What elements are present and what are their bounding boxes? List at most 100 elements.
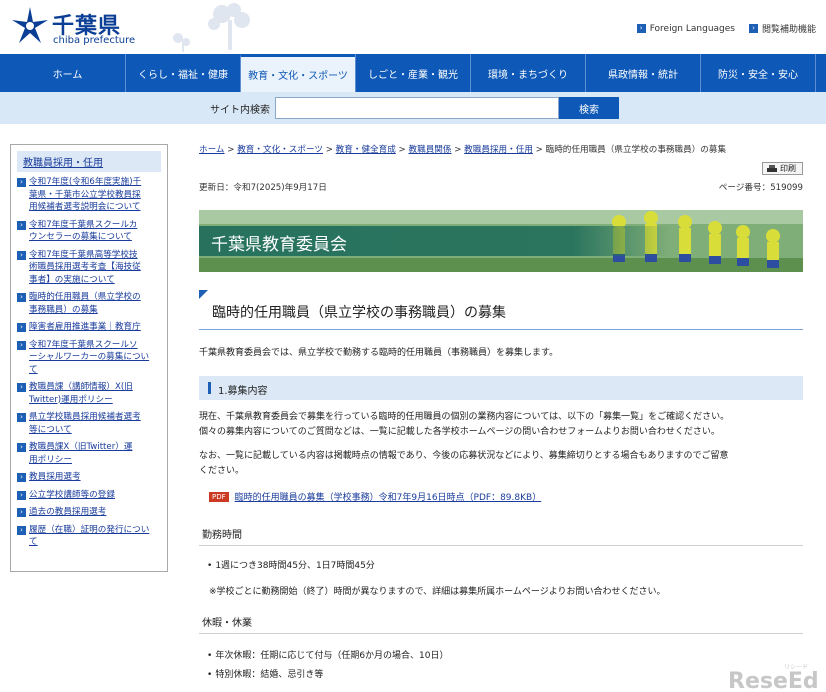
arrow-right-icon: › [17,490,26,500]
header-banner: 千葉県教育委員会 [199,210,803,272]
main-content: ホーム > 教育・文化・スポーツ > 教育・健全育成 > 教職員関係 > 教職員… [199,144,803,692]
sidebar-item-link[interactable]: 令和7年度(令和6年度実施)千 葉県・千葉市公立学校教員採 用候補者選考説明会につい… [29,177,141,212]
breadcrumb-link[interactable]: 教育・文化・スポーツ [237,145,323,155]
work-hours-heading: 勤務時間 [199,526,803,546]
global-nav: ホーム くらし・福祉・健康 教育・文化・スポーツ しごと・産業・観光 環境・まち… [0,54,826,92]
annual-leave-item: 年次休暇：任期に応じて付与（任期6か月の場合、10日） [207,648,448,661]
breadcrumb-current: 臨時的任用職員（県立学校の事務職員）の募集 [545,145,727,155]
section-heading: 1.募集内容 [199,376,803,400]
arrow-right-icon: › [17,525,26,535]
foreign-languages-link[interactable]: › Foreign Languages [636,22,735,35]
site-header: 千葉県 chiba prefecture › Foreign Languages… [0,0,826,54]
chiba-logo-icon [12,7,48,43]
pdf-link[interactable]: 臨時的任用職員の募集（学校事務）令和7年9月16日時点（PDF：89.8KB） [235,490,542,503]
gnav-work[interactable]: しごと・産業・観光 [355,54,470,92]
flower-decoration-icon [173,3,250,52]
sidebar-item[interactable]: › 教職員課X（旧Twitter）運 用ポリシー [17,441,161,466]
resed-watermark: リシード ReseEd [728,664,819,690]
pdf-icon: PDF [209,491,229,502]
breadcrumb-link[interactable]: 教職員関係 [409,145,452,155]
search-bar: サイト内検索 検索 [0,92,826,124]
arrow-right-icon: › [17,250,26,260]
sidebar-item[interactable]: › 教職員課（講師情報）X(旧 Twitter)運用ポリシー [17,381,161,406]
sidebar-item[interactable]: › 令和7年度(令和6年度実施)千 葉県・千葉市公立学校教員採 用候補者選考説明会につ… [17,176,161,214]
sidebar-item[interactable]: › 県立学校職員採用候補者選考 等について [17,411,161,436]
breadcrumb-separator: > [224,145,238,155]
header-links: › Foreign Languages › 閲覧補助機能 [636,22,816,35]
page-title-block: 臨時的任用職員（県立学校の事務職員）の募集 [199,290,803,330]
work-hours-note: ※学校ごとに勤務開始（終了）時間が異なりますので、詳細は募集所属ホームページより… [209,587,666,597]
search-label: サイト内検索 [210,105,270,116]
arrow-right-icon: › [17,323,26,332]
special-leave-item: 特別休暇：結婚、忌引き等 [207,667,323,680]
sidebar-item[interactable]: › 臨時的任用職員（県立学校の 事務職員）の募集 [17,291,161,316]
updated-date: 更新日：令和7(2025)年9月17日 [199,183,327,193]
sidebar-item[interactable]: › 公立学校講師等の登録 [17,489,161,502]
gnav-safety[interactable]: 防災・安全・安心 [700,54,815,92]
sidebar-item-link[interactable]: 教職員課（講師情報）X(旧 Twitter)運用ポリシー [29,382,133,405]
sidebar-item-link[interactable]: 過去の教員採用選考 [29,507,106,517]
printer-icon [767,164,777,172]
breadcrumb-separator: > [532,145,546,155]
arrow-right-icon: › [17,413,26,422]
sidebar-item-link[interactable]: 令和7年度千葉県スクールソ ーシャルワーカーの募集について [29,340,149,375]
gnav-environment[interactable]: 環境・まちづくり [470,54,585,92]
holidays-heading: 休暇・休業 [199,614,803,634]
gnav-tail [815,54,826,92]
sidebar-item-link[interactable]: 履歴（在職）証明の発行について [29,525,149,548]
arrow-right-icon: › [748,24,758,33]
sidebar-item[interactable]: › 令和7年度千葉県スクールカ ウンセラーの募集について [17,219,161,244]
watermark-text: ReseEd [728,669,819,690]
page-number: ページ番号：519099 [718,183,803,193]
title-corner-icon [199,290,208,299]
pdf-row: PDF 臨時的任用職員の募集（学校事務）令和7年9月16日時点（PDF：89.8… [209,490,541,503]
arrow-right-icon: › [17,340,26,350]
sidebar-item[interactable]: › 履歴（在職）証明の発行について [17,524,161,549]
section-title: 1.募集内容 [218,386,268,397]
sidebar-item[interactable]: › 令和7年度千葉県スクールソ ーシャルワーカーの募集について [17,339,161,377]
sidebar-item[interactable]: › 教員採用選考 [17,471,161,484]
intro-text: 千葉県教育委員会では、県立学校で勤務する臨時的任用職員（事務職員）を募集します。 [199,348,559,358]
gnav-home[interactable]: ホーム [10,54,125,92]
sidebar-item-link[interactable]: 障害者雇用推進事業｜教育庁 [29,322,141,332]
arrow-right-icon: › [17,293,26,302]
work-hours-item: 1週につき38時間45分、1日7時間45分 [207,558,375,571]
sidebar-item-link[interactable]: 臨時的任用職員（県立学校の 事務職員）の募集 [29,292,141,315]
print-button[interactable]: 印刷 [762,162,803,175]
arrow-right-icon: › [17,473,26,482]
recruit-paragraph-1: 現在、千葉県教育委員会で募集を行っている臨時的任用職員の個別の業務内容については… [199,412,730,437]
sidebar-item-link[interactable]: 令和7年度千葉県スクールカ ウンセラーの募集について [29,220,137,243]
sidebar: 教職員採用・任用 › 令和7年度(令和6年度実施)千 葉県・千葉市公立学校教員採 用候… [10,144,168,572]
sidebar-title[interactable]: 教職員採用・任用 [17,151,161,172]
breadcrumb-separator: > [395,145,409,155]
sidebar-item[interactable]: › 障害者雇用推進事業｜教育庁 [17,321,161,334]
logo-subtitle: chiba prefecture [53,35,136,46]
search-button[interactable]: 検索 [559,97,619,119]
banner-title: 千葉県教育委員会 [211,235,347,255]
page-title: 臨時的任用職員（県立学校の事務職員）の募集 [212,305,506,321]
arrow-right-icon: › [17,508,26,517]
heading-bar [208,382,211,394]
breadcrumb-link[interactable]: 教職員採用・任用 [464,145,533,155]
arrow-right-icon: › [636,24,646,33]
gnav-living[interactable]: くらし・福祉・健康 [125,54,240,92]
sidebar-item[interactable]: › 令和7年度千葉県高等学校技 術職員採用選考考査【海技従 事者】の実施について [17,249,161,287]
gnav-prefecture[interactable]: 県政情報・統計 [585,54,700,92]
search-input[interactable] [275,97,559,119]
sidebar-item-link[interactable]: 令和7年度千葉県高等学校技 術職員採用選考考査【海技従 事者】の実施について [29,250,141,285]
breadcrumb-link[interactable]: 教育・健全育成 [336,145,396,155]
breadcrumb-separator: > [322,145,336,155]
sidebar-item-link[interactable]: 教職員課X（旧Twitter）運 用ポリシー [29,442,132,465]
breadcrumb-link[interactable]: ホーム [199,145,225,155]
accessibility-link[interactable]: › 閲覧補助機能 [748,22,816,35]
sidebar-item-link[interactable]: 公立学校講師等の登録 [29,490,115,500]
gnav-education[interactable]: 教育・文化・スポーツ [240,54,355,92]
breadcrumb-separator: > [451,145,465,155]
sidebar-list: › 令和7年度(令和6年度実施)千 葉県・千葉市公立学校教員採 用候補者選考説明会につ… [17,176,161,549]
sidebar-item-link[interactable]: 教員採用選考 [29,472,81,482]
sidebar-item[interactable]: › 過去の教員採用選考 [17,506,161,519]
breadcrumb: ホーム > 教育・文化・スポーツ > 教育・健全育成 > 教職員関係 > 教職員… [199,144,803,157]
arrow-right-icon: › [17,383,26,392]
arrow-right-icon: › [17,178,26,187]
sidebar-item-link[interactable]: 県立学校職員採用候補者選考 等について [29,412,141,435]
